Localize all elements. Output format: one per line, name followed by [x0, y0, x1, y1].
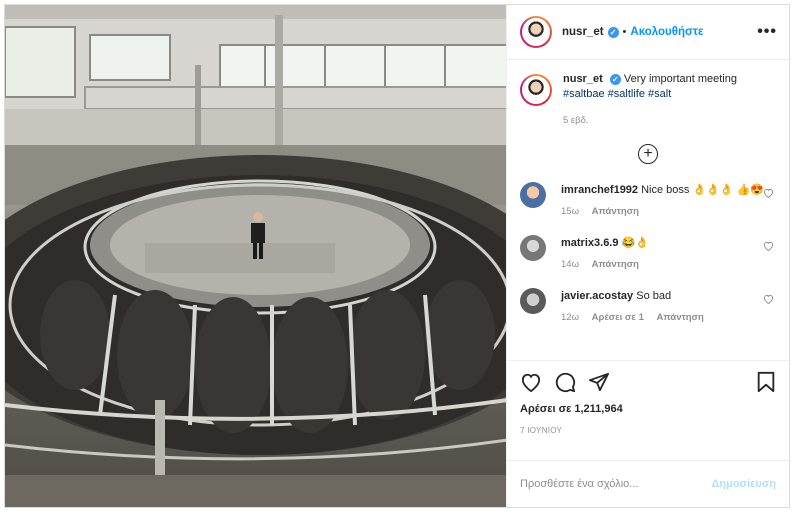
milking-parlor-image [5, 5, 506, 507]
comment-text: Nice boss 👌👌👌 👍😍 [641, 184, 764, 196]
hashtag-link[interactable]: #saltbae [563, 88, 605, 100]
reply-button[interactable]: Απάντηση [592, 206, 639, 217]
separator-dot: • [622, 26, 627, 38]
publish-button[interactable]: Δημοσίευση [711, 478, 776, 490]
comment-text: So bad [636, 290, 672, 302]
commenter-avatar[interactable] [520, 182, 546, 208]
comment-item: imranchef1992 Nice boss 👌👌👌 👍😍 15ω Απάντ… [520, 182, 776, 217]
post-actions: Αρέσει σε 1,211,964 7 ΙΟΥΝΙΟΥ [507, 360, 789, 460]
hashtag-link[interactable]: #saltlife [608, 88, 645, 100]
comment-likes-count[interactable]: Αρέσει σε 1 [592, 312, 644, 323]
more-options-icon[interactable]: ••• [757, 23, 777, 41]
post-caption: nusr_et ✓ Very important meeting #saltba… [520, 72, 776, 128]
reply-button[interactable]: Απάντηση [592, 259, 639, 270]
add-comment-bar: Δημοσίευση [507, 460, 789, 507]
likes-count[interactable]: Αρέσει σε 1,211,964 [520, 403, 776, 415]
comment-time[interactable]: 12ω [561, 312, 579, 323]
hashtag-link[interactable]: #salt [648, 88, 671, 100]
author-username[interactable]: nusr_et [562, 26, 604, 38]
heart-icon[interactable] [520, 372, 542, 392]
reply-button[interactable]: Απάντηση [657, 312, 704, 323]
follow-button[interactable]: Ακολουθήστε [630, 26, 703, 38]
comment-like-heart-icon[interactable] [763, 294, 774, 304]
instagram-post: nusr_et ✓ • Ακολουθήστε ••• nusr_et ✓ Ve… [4, 4, 790, 508]
caption-author-avatar[interactable] [520, 74, 552, 106]
caption-username[interactable]: nusr_et [563, 73, 603, 85]
commenter-avatar[interactable] [520, 235, 546, 261]
post-date[interactable]: 7 ΙΟΥΝΙΟΥ [520, 426, 776, 435]
comment-time[interactable]: 14ω [561, 259, 579, 270]
plus-circle-icon[interactable]: + [638, 144, 658, 164]
caption-timestamp[interactable]: 5 εβδ. [563, 113, 737, 128]
commenter-username[interactable]: imranchef1992 [561, 184, 638, 196]
post-sidebar: nusr_et ✓ • Ακολουθήστε ••• nusr_et ✓ Ve… [506, 5, 789, 507]
comment-input[interactable] [520, 478, 712, 490]
verified-badge-icon: ✓ [609, 74, 621, 85]
comment-like-heart-icon[interactable] [763, 188, 774, 198]
share-icon[interactable] [588, 372, 610, 392]
caption-text: Very important meeting [623, 73, 737, 85]
comment-like-heart-icon[interactable] [763, 241, 774, 251]
comments-section: nusr_et ✓ Very important meeting #saltba… [507, 60, 789, 360]
post-header: nusr_et ✓ • Ακολουθήστε ••• [507, 5, 789, 60]
verified-badge-icon: ✓ [607, 26, 619, 38]
post-photo[interactable] [5, 5, 506, 507]
commenter-avatar[interactable] [520, 288, 546, 314]
commenter-username[interactable]: matrix3.6.9 [561, 237, 618, 249]
commenter-username[interactable]: javier.acostay [561, 290, 633, 302]
comment-item: javier.acostay So bad 12ω Αρέσει σε 1 Απ… [520, 288, 776, 323]
comment-icon[interactable] [554, 371, 576, 393]
comment-time[interactable]: 15ω [561, 206, 579, 217]
author-avatar[interactable] [520, 16, 552, 48]
comment-text: 😂👌 [621, 237, 649, 249]
comment-item: matrix3.6.9 😂👌 14ω Απάντηση [520, 235, 776, 270]
bookmark-icon[interactable] [756, 371, 776, 393]
